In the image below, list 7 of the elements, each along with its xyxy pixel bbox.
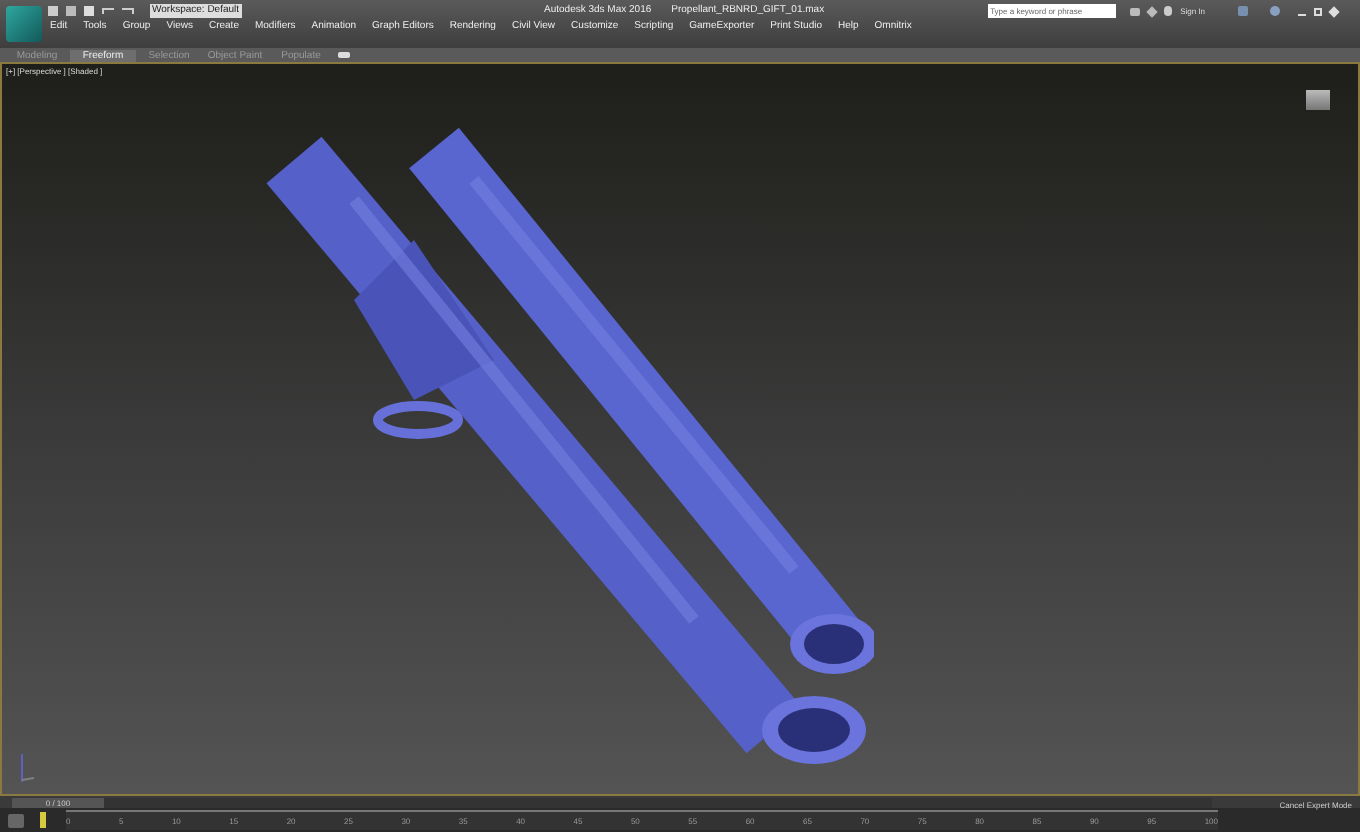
redo-icon[interactable] bbox=[122, 8, 134, 14]
time-marker[interactable] bbox=[40, 812, 46, 828]
app-logo-icon[interactable] bbox=[6, 6, 42, 42]
viewcube-icon[interactable] bbox=[1306, 90, 1330, 110]
axis-tripod-icon bbox=[18, 754, 34, 782]
help-icon[interactable] bbox=[1269, 6, 1280, 16]
undo-icon[interactable] bbox=[102, 8, 114, 14]
